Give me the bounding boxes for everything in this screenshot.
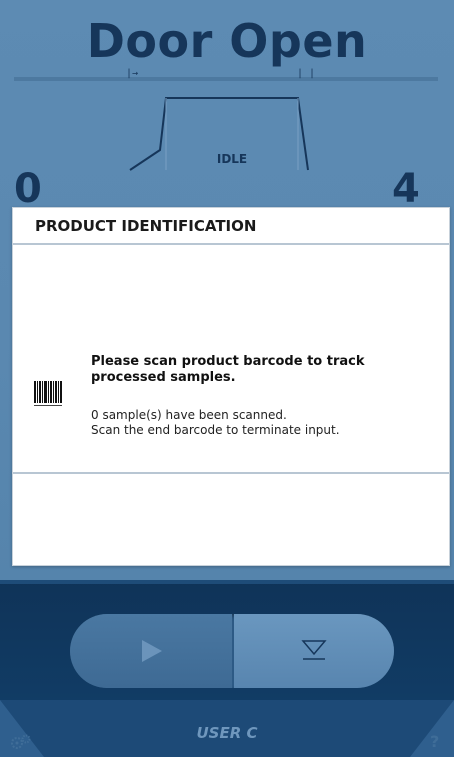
help-icon[interactable]: ?	[430, 732, 439, 751]
progress-track	[14, 77, 438, 81]
scan-count-text: 0 sample(s) have been scanned.	[91, 408, 287, 422]
scan-instruction-text: Scan the end barcode to terminate input.	[91, 423, 340, 437]
dialog-title: PRODUCT IDENTIFICATION	[35, 216, 257, 235]
eject-button[interactable]	[234, 614, 394, 688]
play-icon	[142, 640, 162, 662]
eject-icon	[301, 640, 327, 660]
dialog-header: PRODUCT IDENTIFICATION	[13, 208, 449, 245]
dialog-divider	[13, 472, 449, 474]
start-button[interactable]	[70, 614, 232, 688]
count-right: 4	[392, 166, 420, 212]
status-title: Door Open	[86, 14, 368, 68]
dialog-message-title: Please scan product barcode to track pro…	[91, 354, 365, 385]
user-label[interactable]: USER C	[0, 724, 454, 742]
product-identification-dialog: PRODUCT IDENTIFICATION Please scan produ…	[12, 207, 450, 566]
barcode-icon	[34, 381, 62, 406]
state-label: IDLE	[216, 152, 248, 166]
dialog-body: Please scan product barcode to track pro…	[13, 245, 449, 470]
start-marker: |→	[126, 68, 139, 79]
end-marker: | |	[297, 68, 316, 79]
count-left: 0	[14, 166, 42, 212]
process-profile-graph	[129, 97, 309, 171]
main-button-group	[70, 614, 394, 688]
control-panel-edge	[0, 580, 454, 584]
